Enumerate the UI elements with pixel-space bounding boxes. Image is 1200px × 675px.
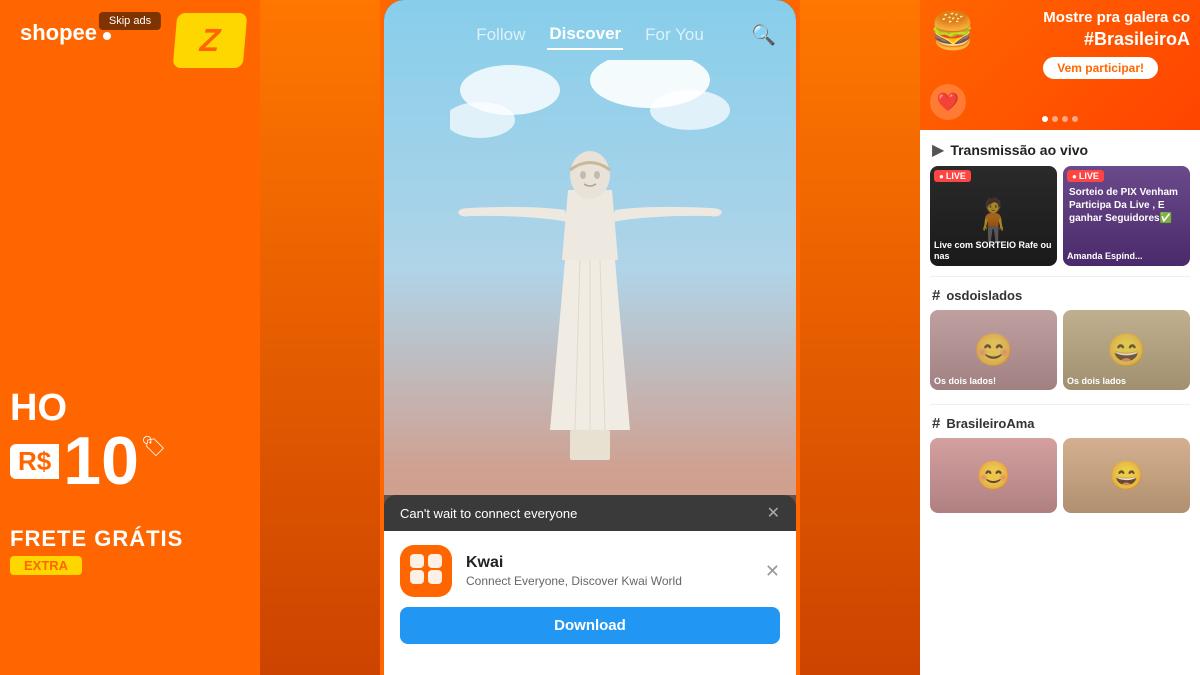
price-prefix: HO <box>0 389 260 427</box>
osdoislados-label-2: Os dois lados <box>1067 376 1186 386</box>
app-text-info: Kwai Connect Everyone, Discover Kwai Wor… <box>466 554 751 588</box>
live-badge-2: ● LIVE <box>1067 170 1104 182</box>
kwai-logo-icon <box>408 550 444 593</box>
tv-channel-logo: Z <box>173 13 248 68</box>
side-phone-left-bg <box>260 0 380 675</box>
frete-gratis-section: FRETE GRÁTIS EXTRA <box>0 526 260 575</box>
brasileiroama-card-2[interactable]: 😄 <box>1063 438 1190 513</box>
live-icon-1: ● <box>939 172 944 181</box>
popup-header: Can't wait to connect everyone ✕ <box>384 495 796 531</box>
frete-gratis-text: FRETE GRÁTIS <box>10 526 183 552</box>
banner-heart-icon: ❤️ <box>930 84 966 120</box>
banner-hashtag: #BrasileiroA <box>1043 28 1190 51</box>
price-badge: HO R$ 10 🏷 <box>0 389 260 495</box>
dot-3 <box>1062 116 1068 122</box>
osdoislados-hashtag-row: # osdoislados <box>920 281 1200 310</box>
kwai-logo <box>400 545 452 597</box>
kwai-logo-svg <box>408 550 444 586</box>
live-grid: ● LIVE 🧍 Live com SORTEIO Rafe ou nas ● … <box>920 166 1200 276</box>
live-card-label-2: Amanda Espínd... <box>1067 251 1186 262</box>
brasileiroama-grid: 😊 😄 <box>920 438 1200 523</box>
dot-4 <box>1072 116 1078 122</box>
osdoislados-label-1: Os dois lados! <box>934 376 1053 386</box>
brasileiroama-text: BrasileiroAma <box>946 416 1034 431</box>
banner-participate-btn[interactable]: Vem participar! <box>1043 57 1158 79</box>
app-desc: Connect Everyone, Discover Kwai World <box>466 574 751 588</box>
live-card-2[interactable]: ● LIVE Sorteio de PIX Venham Participa D… <box>1063 166 1190 266</box>
tv-logo: Z <box>170 10 250 70</box>
banner-main-text: Mostre pra galera co <box>1043 8 1190 28</box>
live-text-1: LIVE <box>946 171 966 181</box>
popup-cant-wait-text: Can't wait to connect everyone <box>400 506 577 521</box>
discover-tab[interactable]: Discover <box>547 20 623 50</box>
price-currency: R$ <box>10 444 59 479</box>
extra-badge: EXTRA <box>10 556 82 575</box>
app-name: Kwai <box>466 554 751 572</box>
osdoislados-hash: # <box>932 287 940 304</box>
app-download-popup: Can't wait to connect everyone ✕ <box>384 495 796 675</box>
phone-top-nav: Follow Discover For You 🔍 <box>384 0 796 70</box>
burger-icon: 🍔 <box>930 10 975 52</box>
dot-2 <box>1052 116 1058 122</box>
phone-panel-right <box>800 0 920 675</box>
live-icon-2: ● <box>1072 172 1077 181</box>
osdoislados-card-2[interactable]: 😄 Os dois lados <box>1063 310 1190 390</box>
banner-dots <box>1042 116 1078 122</box>
live-card-1[interactable]: ● LIVE 🧍 Live com SORTEIO Rafe ou nas <box>930 166 1057 266</box>
bra-face-2: 😄 <box>1063 438 1190 513</box>
search-icon[interactable]: 🔍 <box>751 23 776 48</box>
brasileiroama-hash: # <box>932 415 940 432</box>
live-text-2: LIVE <box>1079 171 1099 181</box>
shopee-logo: shopee <box>20 20 111 46</box>
osdoislados-card-1[interactable]: 😊 Os dois lados! <box>930 310 1057 390</box>
brasileiroama-section: # BrasileiroAma 😊 😄 <box>920 405 1200 527</box>
osdoislados-section: # osdoislados 😊 Os dois lados! 😄 Os dois… <box>920 277 1200 404</box>
live-section-title: Transmissão ao vivo <box>950 142 1088 158</box>
app-info-close-button[interactable]: ✕ <box>765 561 780 582</box>
popup-body: Kwai Connect Everyone, Discover Kwai Wor… <box>384 531 796 675</box>
live-badge-1: ● LIVE <box>934 170 971 182</box>
statue-container <box>450 60 730 460</box>
brasileiroama-card-1[interactable]: 😊 <box>930 438 1057 513</box>
bra-face-1: 😊 <box>930 438 1057 513</box>
left-ad-panel: shopee Skip ads Z HO R$ 10 🏷 FRETE GRÁTI… <box>0 0 260 675</box>
osdoislados-text: osdoislados <box>946 288 1022 303</box>
phone-panel-left <box>260 0 380 675</box>
popup-app-info: Kwai Connect Everyone, Discover Kwai Wor… <box>400 545 780 597</box>
middle-section: Follow Discover For You 🔍 Can't wait to … <box>260 0 920 675</box>
for-you-tab[interactable]: For You <box>643 21 706 49</box>
live-card-label-1: Live com SORTEIO Rafe ou nas <box>934 240 1053 262</box>
live-overlay-text-2: Sorteio de PIX Venham Participa Da Live … <box>1069 186 1184 225</box>
brasileiroama-hashtag-row: # BrasileiroAma <box>920 409 1200 438</box>
price-value: 10 <box>63 427 139 495</box>
price-tag-icon: 🏷 <box>141 434 166 459</box>
download-button[interactable]: Download <box>400 607 780 644</box>
osdoislados-grid: 😊 Os dois lados! 😄 Os dois lados <box>920 310 1200 400</box>
live-section-icon: ▶ <box>932 140 944 160</box>
right-banner[interactable]: 🍔 Mostre pra galera co #BrasileiroA Vem … <box>920 0 1200 130</box>
banner-text-area: Mostre pra galera co #BrasileiroA Vem pa… <box>1043 8 1190 79</box>
right-panel: 🍔 Mostre pra galera co #BrasileiroA Vem … <box>920 0 1200 675</box>
popup-close-button[interactable]: ✕ <box>767 503 780 523</box>
shopee-logo-dot <box>103 32 111 40</box>
follow-tab[interactable]: Follow <box>474 21 527 49</box>
live-section-header: ▶ Transmissão ao vivo <box>920 130 1200 166</box>
phone-panel-main: Follow Discover For You 🔍 Can't wait to … <box>384 0 796 675</box>
christ-redeemer-statue <box>450 60 730 460</box>
dot-1 <box>1042 116 1048 122</box>
skip-ads-button[interactable]: Skip ads <box>99 12 161 30</box>
live-person-1: 🧍 <box>967 197 1019 246</box>
price-amount: R$ 10 🏷 <box>0 427 260 495</box>
